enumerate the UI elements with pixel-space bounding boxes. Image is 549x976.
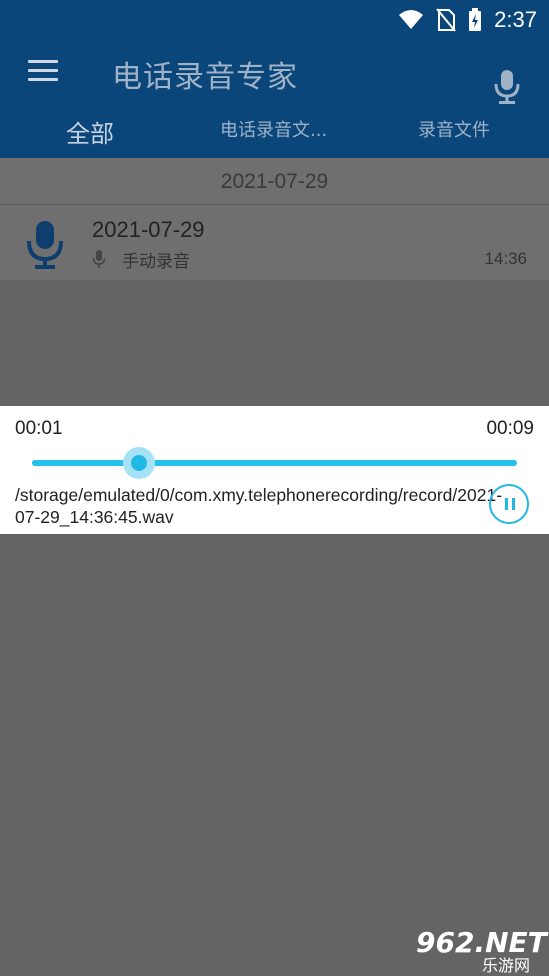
app-bar: 2:37 电话录音专家 全部 电话录音文... 录音文件: [0, 0, 549, 158]
battery-charging-icon: [469, 8, 482, 31]
watermark-subtext: 乐游网: [482, 956, 531, 975]
menu-icon[interactable]: [28, 60, 58, 82]
recording-title: 2021-07-29: [92, 217, 205, 242]
watermark-logo: 962.NET 乐游网: [408, 926, 547, 975]
pause-icon: [505, 498, 508, 510]
total-time: 00:09: [486, 418, 534, 439]
list-item[interactable]: 2021-07-29 手动录音 14:36: [0, 205, 549, 280]
audio-player: 00:01 00:09 /storage/emulated/0/com.xmy.…: [0, 406, 549, 534]
small-microphone-icon: [92, 250, 106, 268]
pause-button[interactable]: [489, 484, 529, 524]
recording-time: 14:36: [484, 249, 527, 268]
app-title: 电话录音专家: [112, 60, 298, 95]
tab-bar: 全部 电话录音文... 录音文件: [0, 110, 549, 154]
current-time: 00:01: [15, 418, 63, 439]
tab-recording-files[interactable]: 录音文件: [418, 116, 490, 142]
microphone-icon: [27, 221, 63, 269]
seek-thumb[interactable]: [122, 447, 155, 479]
microphone-icon[interactable]: [492, 68, 522, 106]
tab-call-recordings[interactable]: 电话录音文...: [220, 116, 327, 142]
seek-bar[interactable]: [32, 447, 517, 479]
recording-type: 手动录音: [122, 252, 190, 272]
wifi-icon: [399, 10, 424, 29]
tab-all[interactable]: 全部: [66, 114, 114, 149]
file-path: /storage/emulated/0/com.xmy.telephonerec…: [15, 485, 503, 527]
status-bar: 2:37: [398, 6, 537, 34]
no-sim-icon: [436, 8, 456, 32]
status-time: 2:37: [494, 7, 537, 32]
date-header: 2021-07-29: [220, 170, 329, 193]
recording-list: 2021-07-29 2021-07-29 手动录音 14:36: [0, 158, 549, 280]
